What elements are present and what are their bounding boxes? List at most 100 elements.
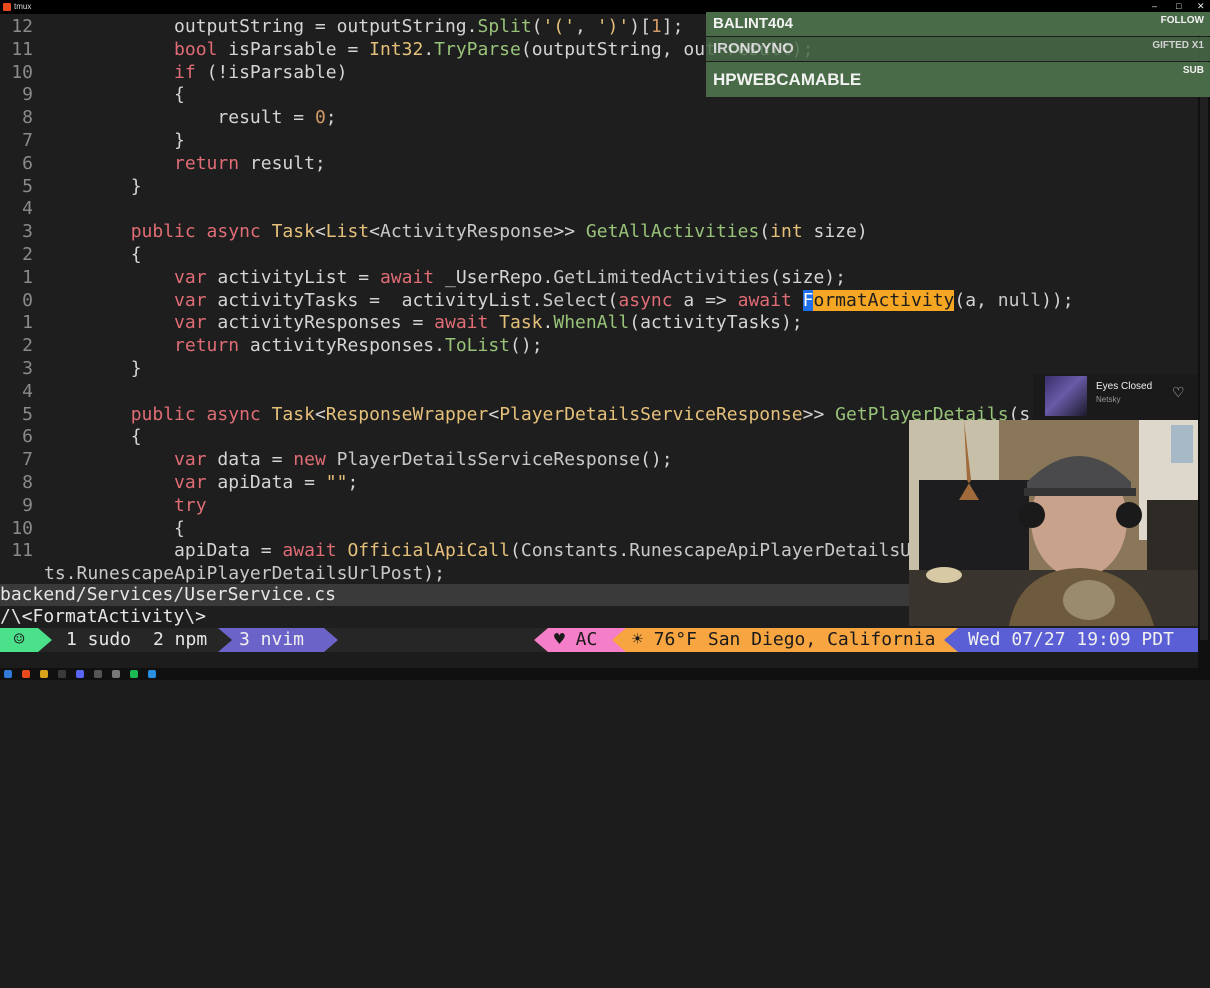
tmux-window-3-label: 3 nvim <box>239 629 305 650</box>
separator-arrow <box>612 628 626 652</box>
maximize-icon[interactable]: □ <box>1176 1 1181 11</box>
code-text: result = 0; <box>44 107 337 129</box>
gift-alert-type: GIFTED X1 <box>1152 40 1204 51</box>
code-text: bool isParsable = Int32.TryParse(outputS… <box>174 38 814 60</box>
separator-arrow <box>534 628 548 652</box>
app-icon[interactable] <box>112 670 120 678</box>
code-text: var activityList = await _UserRepo.GetLi… <box>174 266 846 288</box>
separator-arrow <box>218 628 232 652</box>
weather-status: ☀ 76°F San Diego, California <box>626 628 944 652</box>
session-icon: ☺ <box>0 628 38 652</box>
tmux-window-2[interactable]: 2 npm <box>153 628 207 652</box>
code-line[interactable]: 2 return activityResponses.ToList(); <box>0 334 1198 357</box>
separator-arrow <box>324 628 338 652</box>
code-text: outputString = outputString.Split('(', '… <box>44 16 684 37</box>
line-number: 5 <box>22 175 33 197</box>
discord-icon[interactable] <box>76 670 84 678</box>
sub-alert: HPWEBCAMABLE SUB <box>706 62 1210 97</box>
line-number: 10 <box>11 61 33 83</box>
line-number: 6 <box>22 152 33 174</box>
line-number: 7 <box>22 449 33 471</box>
line-number: 10 <box>11 517 33 539</box>
code-text: public async Task<ResponseWrapper<Player… <box>130 403 1031 425</box>
line-number: 8 <box>22 107 33 129</box>
code-text: try <box>174 494 207 516</box>
scrollbar-thumb[interactable] <box>1200 20 1208 640</box>
code-text: var activityResponses = await Task.WhenA… <box>174 312 803 334</box>
code-line[interactable]: 4 <box>0 380 1198 403</box>
webcam-overlay <box>909 420 1198 626</box>
code-line[interactable]: 7 } <box>0 129 1198 152</box>
code-text: var activityTasks = activityList.Select(… <box>174 289 1074 311</box>
close-icon[interactable]: ✕ <box>1197 1 1205 12</box>
line-number: 9 <box>22 84 33 106</box>
line-number: 2 <box>22 335 33 357</box>
browser-icon[interactable] <box>40 670 48 678</box>
line-number: 11 <box>11 38 33 60</box>
code-line[interactable]: 4 <box>0 197 1198 220</box>
line-number: 3 <box>22 221 33 243</box>
code-line[interactable]: 8 result = 0; <box>0 106 1198 129</box>
search-command: /\<FormatActivity\> <box>0 606 206 627</box>
code-line[interactable]: 5 } <box>0 175 1198 198</box>
now-playing-widget: Eyes Closed Netsky ♡ <box>1033 374 1198 420</box>
sub-alert-name: HPWEBCAMABLE <box>713 70 862 89</box>
line-number: 0 <box>22 289 33 311</box>
code-text: apiData = await OfficialApiCall(Constant… <box>44 540 912 562</box>
gift-alert-name: IRONDYNO <box>713 40 794 57</box>
line-number: 2 <box>22 244 33 265</box>
app-icon[interactable] <box>58 670 66 678</box>
track-title: Eyes Closed <box>1096 381 1153 392</box>
start-icon[interactable] <box>4 670 12 678</box>
code-line[interactable]: 1 var activityResponses = await Task.Whe… <box>0 311 1198 334</box>
code-text: public async Task<List<ActivityResponse>… <box>130 221 868 243</box>
datetime-label: Wed 07/27 19:09 PDT <box>968 629 1174 650</box>
tmux-window-3-active[interactable]: 3 nvim <box>232 628 324 652</box>
window-title: tmux <box>14 2 32 11</box>
code-text: var apiData = ""; <box>174 472 359 493</box>
code-text: } <box>44 175 142 197</box>
code-text: { <box>44 84 185 106</box>
code-text: { <box>44 244 142 265</box>
code-text: return result; <box>174 152 326 174</box>
code-line[interactable]: 1 var activityList = await _UserRepo.Get… <box>0 266 1198 289</box>
code-line[interactable]: 3 } <box>0 357 1198 380</box>
file-path: backend/Services/UserService.cs <box>0 584 336 605</box>
tmux-window-1[interactable]: 1 sudo <box>66 628 131 652</box>
code-line[interactable]: 6 return result; <box>0 152 1198 175</box>
separator-arrow <box>944 628 958 652</box>
app-icon <box>3 3 11 11</box>
vscode-icon[interactable] <box>148 670 156 678</box>
line-number: 12 <box>11 16 33 37</box>
spotify-icon[interactable] <box>130 670 138 678</box>
gift-alert: IRONDYNO GIFTED X1 <box>706 37 1210 61</box>
obs-icon[interactable] <box>94 670 102 678</box>
follow-alert-type: FOLLOW <box>1160 15 1204 26</box>
datetime-status: Wed 07/27 19:09 PDT <box>958 628 1198 652</box>
separator-arrow <box>38 628 52 652</box>
scrollbar[interactable] <box>1198 14 1210 668</box>
code-text: return activityResponses.ToList(); <box>174 335 543 357</box>
line-number: 4 <box>22 380 33 402</box>
windows-taskbar <box>0 668 1210 680</box>
line-number: 3 <box>22 358 33 379</box>
tmux-status-bar: ☺ 1 sudo 2 npm 3 nvim ♥ AC ☀ 76°F San Di… <box>0 628 1198 652</box>
code-line[interactable]: 2 { <box>0 243 1198 266</box>
line-number: 7 <box>22 130 33 151</box>
code-line[interactable]: 0 var activityTasks = activityList.Selec… <box>0 289 1198 312</box>
follow-alert-name: BALINT404 <box>713 15 794 32</box>
ac-status-label: ♥ AC <box>554 629 598 650</box>
line-number: 1 <box>22 266 33 288</box>
sub-alert-type: SUB <box>1182 65 1204 76</box>
heart-icon[interactable]: ♡ <box>1172 384 1185 401</box>
code-text: { <box>44 517 185 539</box>
line-number: 6 <box>22 426 33 448</box>
line-number: 8 <box>22 472 33 493</box>
code-text: } <box>44 130 185 151</box>
code-line[interactable]: 3 public async Task<List<ActivityRespons… <box>0 220 1198 243</box>
minimize-icon[interactable]: – <box>1152 1 1157 11</box>
code-text: var data = new PlayerDetailsServiceRespo… <box>174 449 673 471</box>
line-number: 9 <box>22 494 33 516</box>
code-text: { <box>44 426 142 448</box>
terminal-icon[interactable] <box>22 670 30 678</box>
